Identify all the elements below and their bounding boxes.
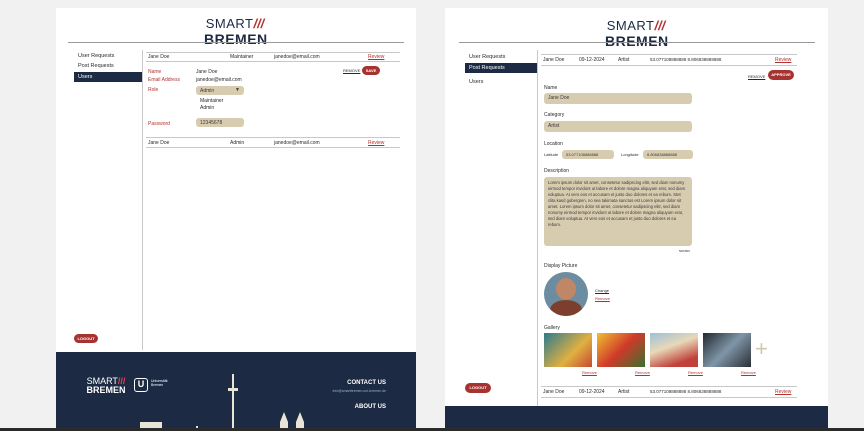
name-label: Name (544, 85, 558, 91)
user-role: Maintainer (230, 54, 254, 60)
user-role: Admin (230, 140, 245, 146)
row-divider (541, 65, 797, 66)
gallery-remove-link[interactable]: Remove (688, 370, 703, 375)
approve-button[interactable]: APPROVE (768, 70, 794, 80)
post-author: Jane Doe (543, 389, 565, 395)
description-field[interactable]: Lorem ipsum dolor sit amet, consetetur s… (544, 177, 692, 246)
sidebar-divider (142, 50, 143, 350)
role-option[interactable]: Admin (200, 105, 214, 111)
gallery-image[interactable] (544, 333, 592, 367)
remove-picture-link[interactable]: Remove (595, 296, 610, 301)
shoulders-shape (550, 300, 582, 316)
gallery-remove-link[interactable]: Remove (635, 370, 650, 375)
chevron-down-icon: ▼ (235, 87, 240, 93)
university-name: Universität Bremen (151, 379, 168, 388)
row-divider (146, 137, 400, 138)
post-date: 09-12-2024 (579, 57, 605, 63)
sidebar-divider (537, 50, 538, 410)
gallery-image[interactable] (650, 333, 698, 367)
logout-button[interactable]: LOGOUT (465, 383, 491, 393)
password-input[interactable]: 12345678 (196, 118, 244, 127)
role-select[interactable]: Admin ▼ (196, 86, 244, 95)
gallery-remove-link[interactable]: Remove (741, 370, 756, 375)
post-category: Artist (618, 389, 630, 395)
user-name: Jane Doe (148, 54, 170, 60)
role-label: Role (148, 87, 159, 93)
name-label: Name (148, 69, 162, 75)
user-email: janedoe@email.com (274, 54, 320, 60)
university-logo-icon: U (134, 378, 148, 392)
gallery-remove-link[interactable]: Remove (582, 370, 597, 375)
users-admin-panel: SMART/// BREMEN User Requests Post Reque… (56, 8, 416, 431)
tower-detail (228, 388, 238, 391)
footer-logo: SMART/// BREMEN (86, 376, 126, 395)
category-field[interactable]: Artist (544, 121, 692, 132)
user-email: janedoe@email.com (274, 140, 320, 146)
longitude-field[interactable]: 8.806838888888 (643, 150, 693, 159)
name-field[interactable]: Jane Doe (544, 93, 692, 104)
smart-bremen-logo: SMART/// BREMEN (605, 18, 669, 49)
category-label: Category (544, 112, 565, 118)
post-author: Jane Doe (543, 57, 565, 63)
sidebar-item-user-requests[interactable]: User Requests (465, 52, 509, 62)
char-counter: 500/500 (679, 249, 690, 253)
display-picture-avatar (544, 272, 588, 316)
about-us-link[interactable]: ABOUT US (355, 404, 386, 410)
footer: SMART/// BREMEN U Universität Bremen CON… (56, 352, 416, 431)
role-selected: Admin (200, 88, 215, 94)
sidebar-item-user-requests[interactable]: User Requests (74, 51, 118, 61)
email-label: Email Address (148, 77, 180, 83)
tv-tower-icon (232, 374, 234, 431)
gallery-label: Gallery (544, 325, 560, 331)
review-link[interactable]: Review (775, 57, 791, 63)
logout-button[interactable]: LOGOUT (74, 334, 98, 343)
row-divider (541, 397, 797, 398)
post-coords: 53.077108888888 8.806838888888 (650, 389, 722, 394)
gallery-image[interactable] (703, 333, 751, 367)
sidebar-item-users[interactable]: Users (74, 72, 142, 82)
add-image-icon[interactable]: + (755, 338, 768, 360)
location-label: Location (544, 141, 563, 147)
post-category: Artist (618, 57, 630, 63)
post-requests-panel: SMART/// BREMEN User Requests Post Reque… (445, 8, 828, 431)
church-spire-icon (280, 412, 288, 422)
change-picture-link[interactable]: Change (595, 288, 609, 293)
contact-email[interactable]: info@smartbremen.uni-bremen.de (333, 389, 386, 393)
post-coords: 53.077108888888 8.806838888888 (650, 57, 722, 62)
church-spire-icon (296, 412, 304, 422)
latitude-field[interactable]: 53.077108888888 (562, 150, 614, 159)
contact-us-title[interactable]: CONTACT US (347, 380, 386, 386)
longitude-label: Longitude (621, 152, 639, 157)
remove-link[interactable]: REMOVE (748, 74, 765, 79)
password-label: Password (148, 121, 170, 127)
row-divider (146, 52, 400, 53)
description-label: Description (544, 168, 570, 174)
sidebar-item-post-requests[interactable]: Post Requests (465, 63, 537, 73)
sidebar-item-users[interactable]: Users (465, 77, 487, 87)
user-name: Jane Doe (148, 140, 170, 146)
review-link[interactable]: Review (775, 389, 791, 395)
review-link[interactable]: Review (368, 54, 384, 60)
role-option[interactable]: Maintainer (200, 98, 223, 104)
row-divider (541, 54, 797, 55)
row-divider (146, 147, 400, 148)
sidebar-item-post-requests[interactable]: Post Requests (74, 61, 118, 71)
name-value: Jane Doe (196, 69, 218, 75)
display-picture-label: Display Picture (544, 263, 578, 269)
face-shape (556, 278, 576, 300)
latitude-label: Latitude (544, 152, 559, 157)
row-divider (146, 61, 400, 62)
gallery-image[interactable] (597, 333, 645, 367)
email-value: janedoe@email.com (196, 77, 242, 83)
save-button[interactable]: SAVE (362, 66, 380, 75)
post-date: 09-12-2024 (579, 389, 605, 395)
review-link[interactable]: Review (368, 140, 384, 146)
remove-link[interactable]: REMOVE (343, 68, 360, 73)
row-divider (541, 386, 797, 387)
header-divider (68, 42, 404, 43)
header-divider (459, 42, 815, 43)
